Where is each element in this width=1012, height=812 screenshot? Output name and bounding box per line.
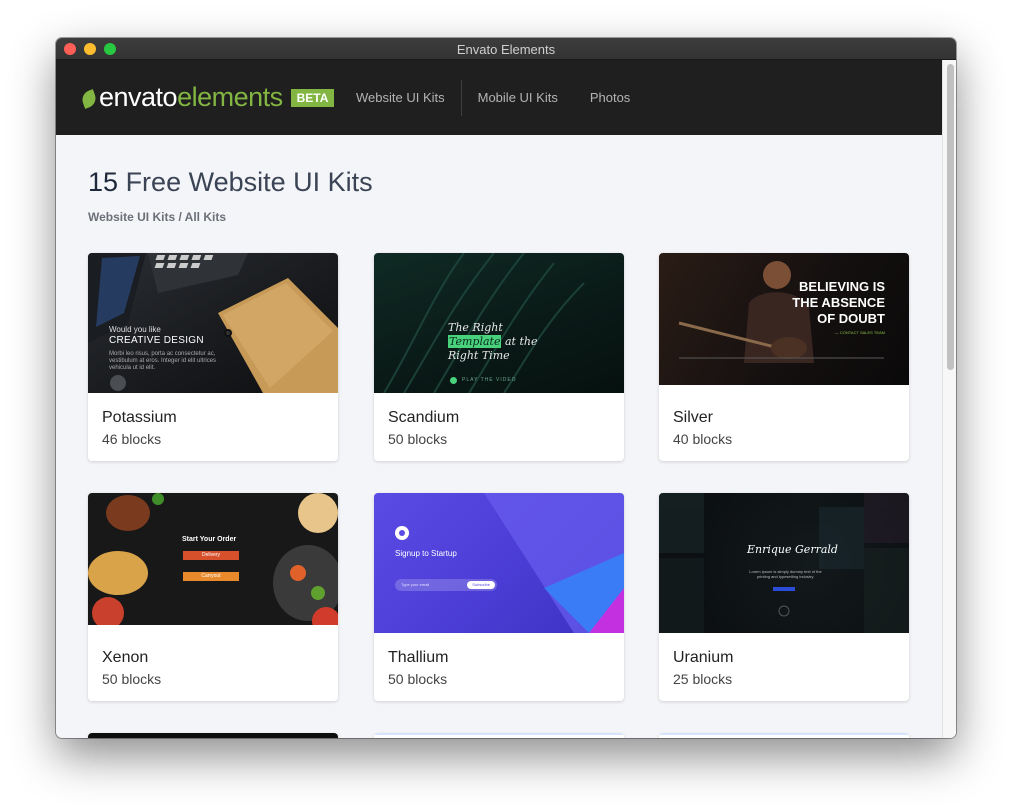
- kit-thumbnail: Enrique Gerrald Lorem ipsum is simply du…: [659, 493, 909, 633]
- thumb-script-title: Enrique Gerrald: [747, 543, 838, 556]
- kit-name[interactable]: Potassium: [102, 409, 177, 427]
- kit-card-xenon[interactable]: Start Your Order Delivery Carryout Xenon…: [88, 493, 338, 701]
- main-content: 15 Free Website UI Kits Website UI Kits …: [56, 135, 942, 224]
- nav-link-photos[interactable]: Photos: [574, 80, 646, 116]
- thumb-line3: Right Time: [448, 349, 510, 362]
- thumb-body: Lorem ipsum is simply dummy text of the …: [749, 569, 822, 579]
- thumb-body: Morbi leo risus, porta ac consectetur ac…: [109, 351, 217, 371]
- kit-block-count: 50 blocks: [102, 671, 162, 687]
- kit-card-uranium[interactable]: Enrique Gerrald Lorem ipsum is simply du…: [659, 493, 909, 701]
- page-viewport: envato elements BETA Website UI Kits Mob…: [56, 60, 942, 738]
- kit-count: 15: [88, 167, 119, 197]
- kit-card-silver[interactable]: BELIEVING IS THE ABSENCE OF DOUBT — CONT…: [659, 253, 909, 461]
- keyboard-phone-illustration: [88, 253, 338, 393]
- scrollbar-thumb[interactable]: [947, 64, 954, 370]
- thumb-line1: BELIEVING IS: [799, 279, 885, 294]
- kit-block-count: 46 blocks: [102, 431, 162, 447]
- thumb-headline: CREATIVE DESIGN: [109, 335, 204, 346]
- kit-card-partial-1[interactable]: [88, 733, 338, 738]
- kit-thumbnail: The Right Template at the Right Time PLA…: [374, 253, 624, 393]
- vertical-scrollbar[interactable]: [942, 60, 956, 738]
- logo-primary-text: envato: [99, 81, 178, 112]
- thumb-button: [773, 587, 795, 591]
- page-title: 15 Free Website UI Kits: [88, 167, 942, 198]
- abstract-shapes-illustration: [395, 493, 624, 633]
- nav-link-mobile-ui-kits[interactable]: Mobile UI Kits: [460, 79, 574, 116]
- kit-thumbnail: [659, 733, 909, 738]
- kit-block-count: 25 blocks: [673, 671, 733, 687]
- kit-card-partial-2[interactable]: [374, 733, 624, 738]
- play-icon: [450, 377, 457, 384]
- thumb-cta: PLAY THE VIDEO: [462, 377, 517, 383]
- nav-links: Website UI Kits Mobile UI Kits Photos: [340, 60, 646, 135]
- kit-name[interactable]: Uranium: [673, 649, 733, 667]
- logo-secondary-text: elements: [177, 81, 283, 112]
- title-bar: Envato Elements: [56, 38, 956, 60]
- thumb-line3: OF DOUBT: [817, 311, 885, 326]
- app-window: Envato Elements envato elements BETA Web…: [56, 38, 956, 738]
- top-navigation: envato elements BETA Website UI Kits Mob…: [56, 60, 942, 135]
- kit-thumbnail: Would you like CREATIVE DESIGN Morbi leo…: [88, 253, 338, 393]
- breadcrumb[interactable]: Website UI Kits / All Kits: [88, 210, 942, 224]
- envato-elements-logo[interactable]: envato elements BETA: [79, 80, 335, 114]
- kit-thumbnail: [374, 733, 624, 738]
- thumb-line2: at the: [504, 335, 538, 348]
- kit-block-count: 50 blocks: [388, 671, 448, 687]
- tiled-artwork-illustration: [659, 493, 909, 633]
- nav-link-website-ui-kits[interactable]: Website UI Kits: [340, 80, 461, 116]
- thumb-line2: THE ABSENCE: [792, 295, 885, 310]
- kit-block-count: 40 blocks: [673, 431, 733, 447]
- thumb-cta: — CONTACT SALES TEAM: [834, 330, 885, 335]
- page-title-text: Free Website UI Kits: [125, 167, 373, 197]
- kit-name[interactable]: Thallium: [388, 649, 448, 667]
- kit-thumbnail: [88, 733, 338, 738]
- kit-card-partial-3[interactable]: [659, 733, 909, 738]
- leaf-icon: [79, 89, 99, 109]
- kit-name[interactable]: Silver: [673, 409, 713, 427]
- window-title: Envato Elements: [456, 42, 556, 57]
- kit-card-potassium[interactable]: Would you like CREATIVE DESIGN Morbi leo…: [88, 253, 338, 461]
- thumb-email-input: Type your email: [401, 582, 430, 587]
- kit-block-count: 50 blocks: [388, 431, 448, 447]
- kit-thumbnail: BELIEVING IS THE ABSENCE OF DOUBT — CONT…: [659, 253, 909, 385]
- thumb-subscribe-button: Subscribe: [467, 581, 495, 589]
- kit-name[interactable]: Xenon: [102, 649, 148, 667]
- kit-thumbnail: Start Your Order Delivery Carryout: [88, 493, 338, 625]
- thumb-line1: Would you like: [109, 325, 161, 334]
- kit-card-thallium[interactable]: Signup to Startup Type your email Subscr…: [374, 493, 624, 701]
- thumb-line1: The Right: [448, 321, 503, 334]
- thumb-heading: Start Your Order: [182, 536, 237, 543]
- thumb-highlight: Template: [448, 335, 502, 348]
- beta-badge: BETA: [290, 89, 335, 107]
- kit-card-scandium[interactable]: The Right Template at the Right Time PLA…: [374, 253, 624, 461]
- thumb-carryout-button: Carryout: [183, 572, 239, 581]
- kit-name[interactable]: Scandium: [388, 409, 459, 427]
- thumb-delivery-button: Delivery: [183, 551, 239, 560]
- kit-thumbnail: Signup to Startup Type your email Subscr…: [374, 493, 624, 633]
- thumb-heading: Signup to Startup: [395, 549, 457, 558]
